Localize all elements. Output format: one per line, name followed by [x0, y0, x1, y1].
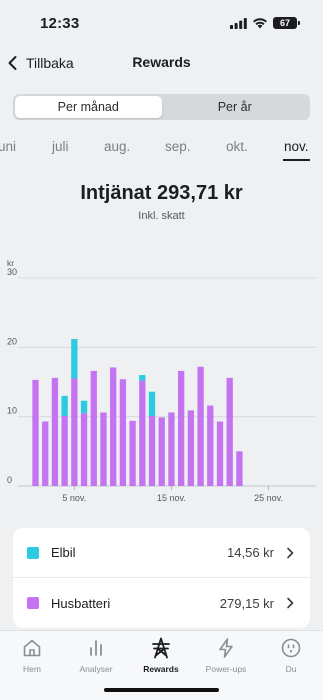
x-tick-label: 5 nov. [62, 493, 86, 503]
month-item-selected[interactable]: nov. [284, 139, 309, 154]
bar-elbil [61, 395, 68, 416]
tab-label: Hem [23, 664, 41, 674]
bar-husbatteri [139, 380, 146, 486]
bar-husbatteri [42, 421, 49, 486]
period-segmented-control: Per månad Per år [13, 94, 310, 120]
bar-husbatteri [158, 417, 165, 486]
y-tick-label: 10 [7, 406, 17, 416]
status-bar: 12:33 67 [0, 0, 323, 46]
month-item[interactable]: aug. [104, 139, 130, 154]
segment-per-year[interactable]: Per år [162, 96, 309, 118]
home-indicator [104, 688, 219, 692]
bar-elbil [148, 391, 156, 416]
bar-husbatteri [197, 366, 204, 486]
bar-husbatteri [90, 370, 97, 486]
chevron-right-icon [287, 597, 294, 609]
bar-husbatteri [110, 367, 117, 486]
rewards-bar-chart: kr01020305 nov. 15 nov. 25 nov. [7, 258, 316, 503]
wifi-icon [253, 18, 267, 29]
bar-chart-icon [90, 640, 102, 656]
tab-analyser[interactable]: Analyser [64, 637, 128, 674]
status-time: 12:33 [40, 15, 80, 32]
legend-name: Elbil [51, 545, 76, 560]
tab-power-ups[interactable]: Power-ups [194, 637, 258, 674]
bar-husbatteri [178, 370, 185, 486]
bar-husbatteri [32, 379, 39, 486]
legend-row-elbil[interactable]: Elbil 14,56 kr [13, 528, 310, 578]
bar-husbatteri [100, 412, 107, 486]
legend-swatch [27, 546, 39, 559]
legend-row-husbatteri[interactable]: Husbatteri 279,15 kr [13, 578, 310, 628]
legend-name: Husbatteri [51, 595, 111, 611]
bar-husbatteri [119, 379, 127, 486]
bar-husbatteri [216, 421, 224, 486]
earned-total: Intjänat 293,71 kr [80, 182, 243, 204]
lightning-icon [219, 638, 233, 658]
legend-swatch [27, 597, 39, 609]
legend-value: 279,15 kr [219, 595, 274, 611]
bar-husbatteri [207, 405, 214, 486]
bar-husbatteri [71, 378, 78, 486]
month-selector: uni juli aug. sep. okt. nov. [0, 137, 323, 163]
bar-husbatteri [129, 420, 136, 486]
bar-husbatteri [226, 377, 233, 486]
y-tick-label: 20 [7, 336, 17, 346]
bar-husbatteri [168, 412, 175, 486]
bar-elbil [80, 400, 88, 414]
nav-header: Tillbaka Rewards [0, 46, 323, 80]
tab-hem[interactable]: Hem [0, 637, 64, 674]
bar-husbatteri [61, 415, 68, 486]
month-item[interactable]: sep. [165, 139, 191, 154]
legend-card: Elbil 14,56 kr Husbatteri 279,15 kr [13, 528, 310, 628]
plug-face-icon [281, 638, 301, 658]
earned-subtitle: Inkl. skatt [138, 210, 185, 222]
bar-husbatteri [148, 415, 156, 486]
month-item[interactable]: uni [0, 139, 16, 154]
y-tick-label: 30 [7, 267, 17, 277]
bar-elbil [139, 375, 146, 381]
x-tick-label: 15 nov. [157, 493, 186, 503]
battery-level: 67 [279, 18, 290, 28]
tab-label: Rewards [143, 664, 179, 674]
tab-label: Du [285, 664, 297, 674]
segment-per-month[interactable]: Per månad [15, 96, 162, 118]
tab-label: Analyser [79, 664, 113, 674]
month-item[interactable]: juli [52, 139, 69, 154]
battery-icon: 67 [273, 17, 300, 29]
cellular-signal-icon [230, 18, 247, 29]
bar-husbatteri [236, 451, 243, 486]
bar-husbatteri [80, 413, 88, 486]
selected-month-underline [283, 159, 310, 161]
page-title: Rewards [132, 54, 191, 70]
chevron-right-icon [287, 547, 294, 558]
pylon-icon [152, 637, 170, 659]
bar-husbatteri [51, 377, 59, 486]
x-tick-label: 25 nov. [254, 493, 283, 503]
bar-elbil [71, 339, 78, 379]
home-icon [23, 639, 41, 657]
tab-du[interactable]: Du [259, 637, 323, 674]
y-tick-label: 0 [7, 475, 12, 485]
bar-husbatteri [187, 410, 195, 486]
tab-rewards[interactable]: Rewards [129, 637, 193, 674]
month-item[interactable]: okt. [226, 139, 248, 154]
tab-label: Power-ups [205, 664, 247, 674]
legend-value: 14,56 kr [227, 545, 274, 560]
